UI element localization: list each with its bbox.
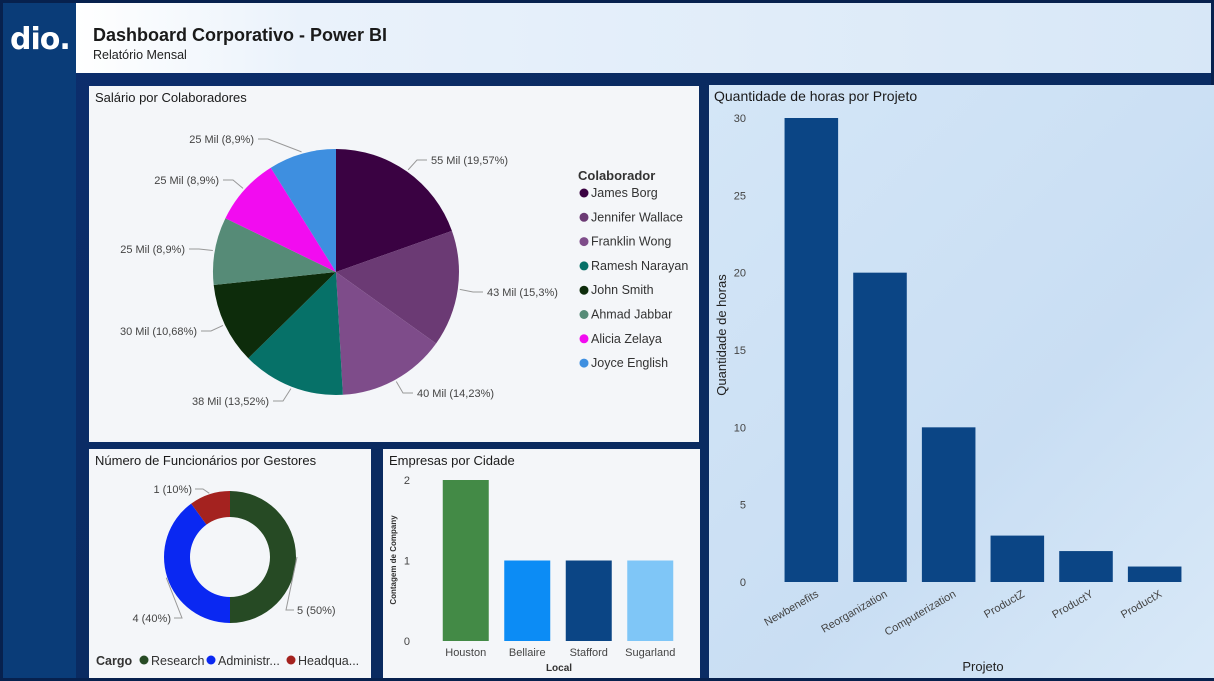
x-tick-label: Reorganization	[819, 588, 889, 635]
pie-leader-line	[223, 179, 244, 189]
donut-data-label: 1 (10%)	[153, 484, 192, 496]
x-tick-label: Computerization	[883, 588, 958, 638]
pie-data-label: 25 Mil (8,9%)	[189, 134, 254, 146]
hours-bar-panel[interactable]: Quantidade de horas por Projeto 0 5 10 15 20…	[709, 85, 1214, 678]
dio-logo-icon: dio.	[10, 22, 71, 56]
legend-item-jennifer-wallace[interactable]: Jennifer Wallace	[591, 210, 683, 224]
legend-marker	[579, 285, 589, 295]
legend-item-ahmad-jabbar[interactable]: Ahmad Jabbar	[591, 308, 672, 322]
bar-bellaire[interactable]	[504, 560, 551, 642]
donut-leader-line	[195, 488, 210, 494]
bar-productx[interactable]	[1127, 566, 1182, 582]
pie-leader-line	[258, 138, 302, 153]
x-tick-label: ProductX	[1119, 588, 1165, 621]
donut-slice-administr[interactable]	[164, 503, 230, 623]
y-axis-title: Contagem de Company	[389, 515, 398, 605]
pie-data-label: 40 Mil (14,23%)	[417, 388, 494, 400]
legend-item-alicia-zelaya[interactable]: Alicia Zelaya	[591, 332, 662, 346]
pie-leader-line	[201, 324, 224, 332]
pie-data-label: 25 Mil (8,9%)	[120, 244, 185, 256]
x-tick-label: ProductZ	[982, 588, 1027, 621]
legend-marker	[579, 212, 589, 222]
bar-houston[interactable]	[442, 480, 489, 641]
y-axis-title: Quantidade de horas	[714, 274, 729, 396]
legend-item-headqua[interactable]: Headqua...	[298, 654, 359, 668]
bar-stafford[interactable]	[565, 560, 612, 642]
pie-data-label: 25 Mil (8,9%)	[154, 175, 219, 187]
managers-donut-chart[interactable]: 5 (50%) 4 (40%) 1 (10%) Cargo Research Admini…	[89, 449, 371, 678]
legend-item-research[interactable]: Research	[151, 654, 205, 668]
pie-data-label: 43 Mil (15,3%)	[487, 287, 558, 299]
y-tick-label: 15	[734, 345, 746, 357]
side-navigation-strip	[3, 75, 76, 678]
pie-leader-line	[273, 388, 292, 402]
donut-data-label: 5 (50%)	[297, 605, 336, 617]
page-title: Dashboard Corporativo - Power BI	[93, 25, 388, 45]
x-axis-title: Local	[546, 663, 572, 674]
bar-sugarland[interactable]	[627, 560, 674, 642]
legend-item-james-borg[interactable]: James Borg	[591, 186, 658, 200]
y-tick-label: 30	[734, 113, 746, 125]
y-tick-label: 1	[404, 556, 410, 568]
donut-slice-research[interactable]	[230, 491, 296, 623]
logo-text: dio.	[10, 22, 70, 56]
cities-bar-panel[interactable]: Empresas por Cidade 0 1 2 Houston Bellaire St…	[383, 449, 700, 678]
legend-marker	[139, 655, 149, 665]
pie-leader-line	[407, 159, 427, 171]
pie-data-label: 55 Mil (19,57%)	[431, 155, 508, 167]
legend-item-administr[interactable]: Administr...	[218, 654, 280, 668]
legend-marker	[579, 310, 589, 319]
legend-marker	[579, 261, 589, 271]
legend-marker	[579, 334, 589, 344]
y-tick-label: 2	[404, 475, 410, 487]
cargo-legend-title: Cargo	[96, 654, 132, 668]
salary-pie-chart[interactable]: 55 Mil (19,57%) 43 Mil (15,3%) 40 Mil (14,…	[89, 86, 699, 442]
bar-productz[interactable]	[990, 535, 1045, 582]
y-tick-label: 0	[404, 636, 410, 648]
bar-computerization[interactable]	[921, 427, 976, 582]
pie-leader-line	[459, 288, 483, 293]
donut-data-label: 4 (40%)	[132, 613, 171, 625]
dio-logo: dio.	[3, 3, 76, 75]
legend-marker	[286, 655, 296, 665]
bar-newbenefits[interactable]	[784, 118, 839, 582]
legend-marker	[579, 188, 589, 198]
x-tick-label: Bellaire	[509, 647, 546, 659]
legend-marker	[579, 358, 589, 368]
legend-marker	[579, 237, 589, 247]
bar-reorganization[interactable]	[853, 272, 907, 582]
legend-item-ramesh-narayan[interactable]: Ramesh Narayan	[591, 259, 688, 273]
legend-marker	[206, 655, 216, 665]
hours-bar-chart[interactable]: 0 5 10 15 20 25 30 NewbenefitsReorganizationCom…	[709, 85, 1214, 678]
pie-data-label: 30 Mil (10,68%)	[120, 326, 197, 338]
y-tick-label: 0	[740, 577, 746, 589]
pie-data-label: 38 Mil (13,52%)	[192, 396, 269, 408]
legend-item-joyce-english[interactable]: Joyce English	[591, 356, 668, 370]
x-tick-label: Stafford	[570, 647, 608, 659]
salary-legend-title: Colaborador	[578, 168, 655, 183]
salary-pie-panel[interactable]: Salário por Colaboradores 55 Mil (19,57%…	[89, 86, 699, 442]
x-tick-label: Newbenefits	[762, 588, 821, 629]
x-axis-title: Projeto	[962, 659, 1003, 674]
cities-bar-chart[interactable]: 0 1 2 Houston Bellaire Stafford Sugarland Local…	[383, 449, 700, 678]
pie-leader-line	[189, 248, 213, 251]
y-tick-label: 25	[734, 190, 746, 202]
x-tick-label: Sugarland	[625, 647, 675, 659]
legend-item-franklin-wong[interactable]: Franklin Wong	[591, 235, 671, 249]
report-header: Dashboard Corporativo - Power BI Relatór…	[76, 3, 1211, 73]
x-tick-label: ProductY	[1050, 588, 1096, 621]
legend-item-john-smith[interactable]: John Smith	[591, 283, 654, 297]
y-tick-label: 20	[734, 268, 746, 280]
managers-donut-panel[interactable]: Número de Funcionários por Gestores 5 (5…	[89, 449, 371, 678]
page-subtitle: Relatório Mensal	[93, 48, 187, 62]
bar-producty[interactable]	[1059, 551, 1113, 582]
pie-leader-line	[395, 381, 413, 394]
y-tick-label: 10	[734, 422, 746, 434]
x-tick-label: Houston	[445, 647, 486, 659]
y-tick-label: 5	[740, 500, 746, 512]
